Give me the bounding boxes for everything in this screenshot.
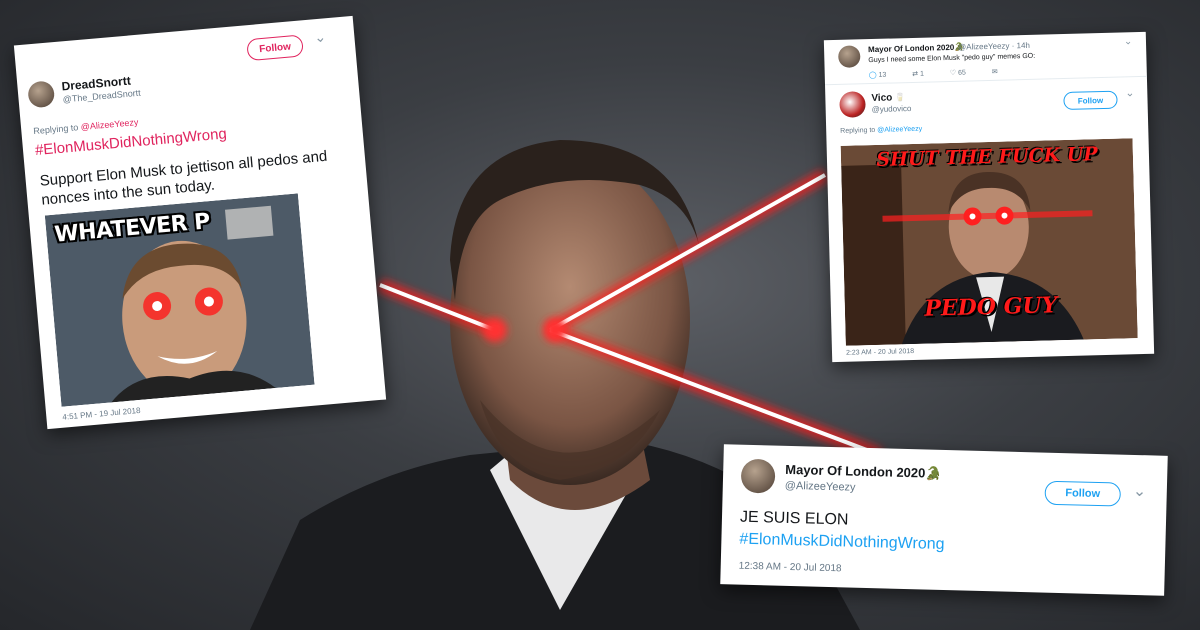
chevron-down-icon[interactable]: ⌄ bbox=[1125, 86, 1135, 99]
parent-handle[interactable]: @AlizeeYeezy · 14h bbox=[958, 41, 1030, 52]
meme-image[interactable]: WHATEVER P bbox=[44, 193, 315, 407]
like-icon[interactable]: ♡ bbox=[950, 70, 956, 77]
reply-author[interactable]: Vico 🥛 bbox=[871, 92, 905, 104]
retweet-icon[interactable]: ⇄ bbox=[912, 71, 918, 78]
milk-emoji: 🥛 bbox=[894, 93, 906, 103]
parent-text: Guys I need some Elon Musk "pedo guy" me… bbox=[868, 52, 1036, 65]
follow-button[interactable]: Follow bbox=[1063, 90, 1118, 111]
retweet-count: 1 bbox=[920, 70, 925, 78]
avatar[interactable] bbox=[837, 45, 861, 68]
tweet-text: JE SUIS ELON bbox=[739, 508, 849, 529]
avatar[interactable] bbox=[740, 458, 776, 494]
chevron-down-icon[interactable]: ⌄ bbox=[1133, 481, 1147, 501]
avatar[interactable] bbox=[839, 91, 866, 118]
mail-icon[interactable]: ✉ bbox=[992, 69, 998, 76]
like-count: 65 bbox=[958, 69, 967, 77]
replying-prefix: Replying to bbox=[32, 122, 82, 137]
follow-button[interactable]: Follow bbox=[246, 34, 304, 62]
timestamp[interactable]: 4:51 PM - 19 Jul 2018 bbox=[62, 406, 141, 422]
reply-icon[interactable]: ◯ bbox=[869, 72, 877, 79]
author-handle[interactable]: @AlizeeYeezy bbox=[785, 480, 856, 494]
chevron-down-icon[interactable]: ⌄ bbox=[1124, 36, 1133, 47]
reply-handle[interactable]: @yudovico bbox=[872, 104, 912, 114]
timestamp[interactable]: 12:38 AM - 20 Jul 2018 bbox=[739, 561, 842, 575]
avatar[interactable] bbox=[27, 80, 56, 109]
tweet-card-bottom-right: Mayor Of London 2020🐊 @AlizeeYeezy Follo… bbox=[720, 444, 1168, 596]
meme-image[interactable]: SHUT THE FUCK UP PEDO GUY bbox=[840, 138, 1138, 346]
reply-count: 13 bbox=[878, 71, 887, 79]
replying-handle-link[interactable]: @AlizeeYeezy bbox=[877, 126, 922, 134]
parent-author[interactable]: Mayor Of London 2020🐊 bbox=[868, 43, 964, 55]
crocodile-emoji: 🐊 bbox=[925, 465, 942, 481]
replying-handle-link[interactable]: @AlizeeYeezy bbox=[80, 117, 138, 132]
parent-actions: ◯ 13 ⇄ 1 ♡ 65 ✉ bbox=[869, 68, 998, 79]
tweet-card-left: DreadSnortt @The_DreadSnortt Follow ⌄ Re… bbox=[13, 15, 387, 430]
author-name[interactable]: Mayor Of London 2020🐊 bbox=[785, 462, 942, 482]
tweet-card-top-right: Mayor Of London 2020🐊 @AlizeeYeezy · 14h… bbox=[823, 31, 1155, 363]
timestamp[interactable]: 2:23 AM - 20 Jul 2018 bbox=[846, 348, 914, 357]
replying-to: Replying to @AlizeeYeezy bbox=[33, 117, 139, 136]
replying-to: Replying to @AlizeeYeezy bbox=[840, 125, 923, 135]
chevron-down-icon[interactable]: ⌄ bbox=[314, 28, 327, 46]
hashtag-link[interactable]: #ElonMuskDidNothingWrong bbox=[739, 531, 945, 554]
follow-button[interactable]: Follow bbox=[1044, 480, 1122, 507]
